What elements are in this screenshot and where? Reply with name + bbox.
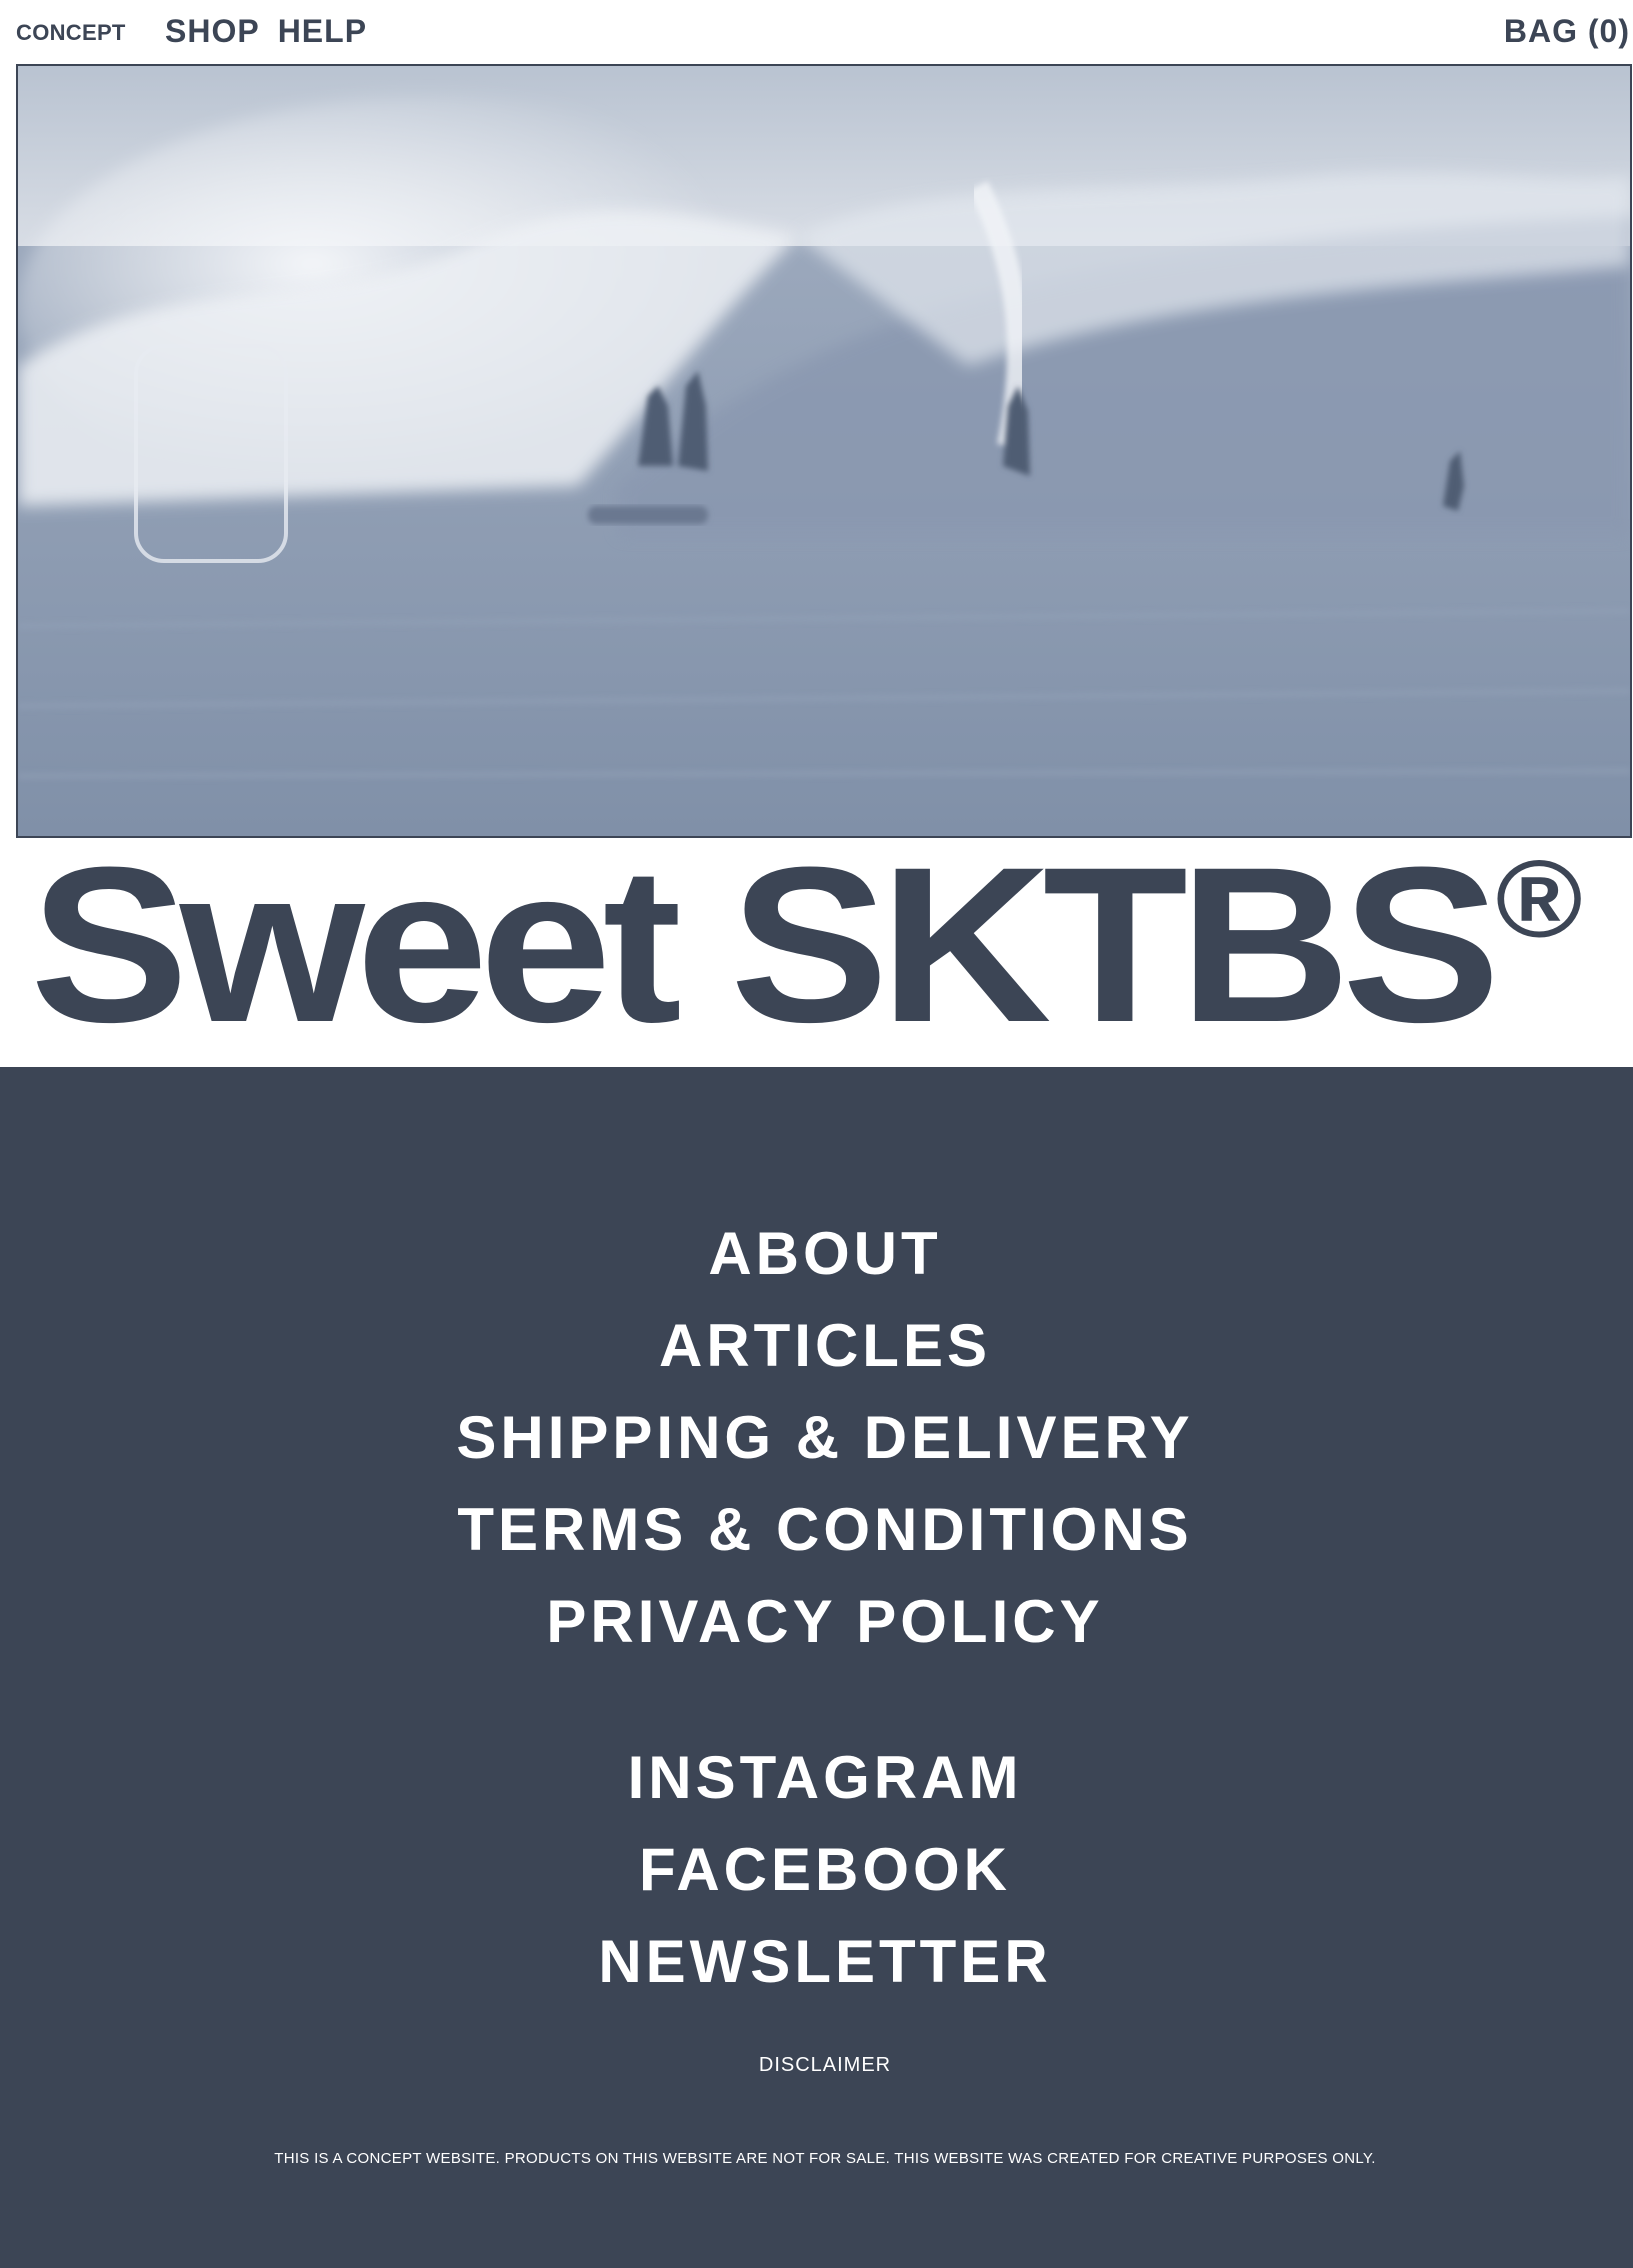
footer-link-terms[interactable]: TERMS & CONDITIONS: [0, 1484, 1633, 1576]
site-footer: ABOUT ARTICLES SHIPPING & DELIVERY TERMS…: [0, 1067, 1633, 2268]
footer-disclaimer-link[interactable]: DISCLAIMER: [0, 2054, 1633, 2077]
footer-social-links: INSTAGRAM FACEBOOK NEWSLETTER: [0, 1732, 1633, 2008]
bag-button[interactable]: BAG (0): [1504, 13, 1630, 50]
registered-mark: ®: [1495, 837, 1583, 961]
footer-link-privacy[interactable]: PRIVACY POLICY: [0, 1576, 1633, 1668]
footer-link-newsletter[interactable]: NEWSLETTER: [0, 1916, 1633, 2008]
footer-link-facebook[interactable]: FACEBOOK: [0, 1824, 1633, 1916]
surf-wave-photo: [18, 66, 1630, 836]
site-header: CONCEPT SHOP HELP BAG (0): [0, 0, 1633, 64]
footer-link-shipping[interactable]: SHIPPING & DELIVERY: [0, 1392, 1633, 1484]
footer-concept-notice: THIS IS A CONCEPT WEBSITE. PRODUCTS ON T…: [274, 2150, 1376, 2167]
brand-logo[interactable]: CONCEPT: [16, 20, 126, 46]
footer-link-instagram[interactable]: INSTAGRAM: [0, 1732, 1633, 1824]
nav-help[interactable]: HELP: [278, 13, 367, 50]
wordmark-text: Sweet SKTBS: [30, 821, 1501, 1069]
brand-wordmark: Sweet SKTBS®: [30, 835, 1630, 1056]
nav-shop[interactable]: SHOP: [165, 13, 260, 50]
footer-info-links: ABOUT ARTICLES SHIPPING & DELIVERY TERMS…: [0, 1208, 1633, 1668]
footer-link-articles[interactable]: ARTICLES: [0, 1300, 1633, 1392]
hero-image: [16, 64, 1632, 838]
footer-link-about[interactable]: ABOUT: [0, 1208, 1633, 1300]
main-nav: SHOP HELP: [165, 13, 367, 50]
